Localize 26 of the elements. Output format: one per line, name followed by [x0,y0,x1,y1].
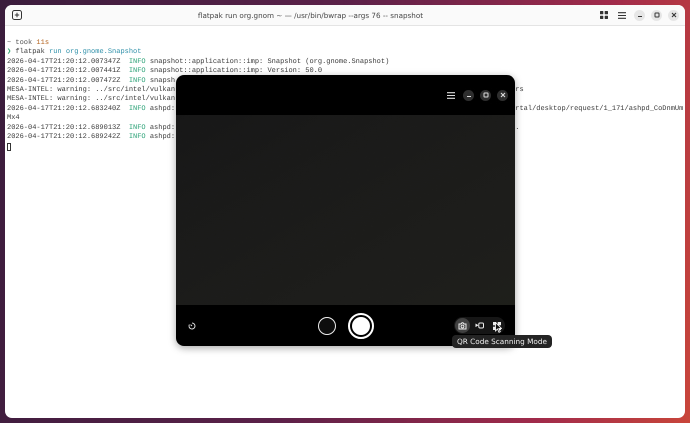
maximize-icon [482,92,488,98]
maximize-icon [654,12,660,18]
grid-icon [600,11,608,19]
maximize-button[interactable] [651,10,662,20]
mode-button[interactable] [455,318,470,333]
menu-icon [618,12,626,18]
close-icon [670,12,676,18]
close-icon [500,92,506,98]
menu-icon [447,92,455,98]
new-tab-button[interactable] [11,9,23,21]
gallery-button[interactable] [318,316,336,334]
video-camera-icon [475,322,484,329]
maximize-button[interactable] [480,90,491,100]
minimize-button[interactable] [634,10,645,20]
new-tab-icon [12,10,22,20]
timer-icon [188,322,196,330]
menu-button[interactable] [445,89,457,101]
camera-icon [458,322,467,330]
menu-button[interactable] [616,9,628,21]
close-button[interactable] [668,10,679,20]
timer-button[interactable] [186,320,198,332]
minimize-button[interactable] [463,90,474,100]
tab-overview-button[interactable] [598,9,610,21]
shutter-button[interactable] [348,312,374,338]
text-cursor [7,143,11,152]
close-button[interactable] [497,90,508,100]
